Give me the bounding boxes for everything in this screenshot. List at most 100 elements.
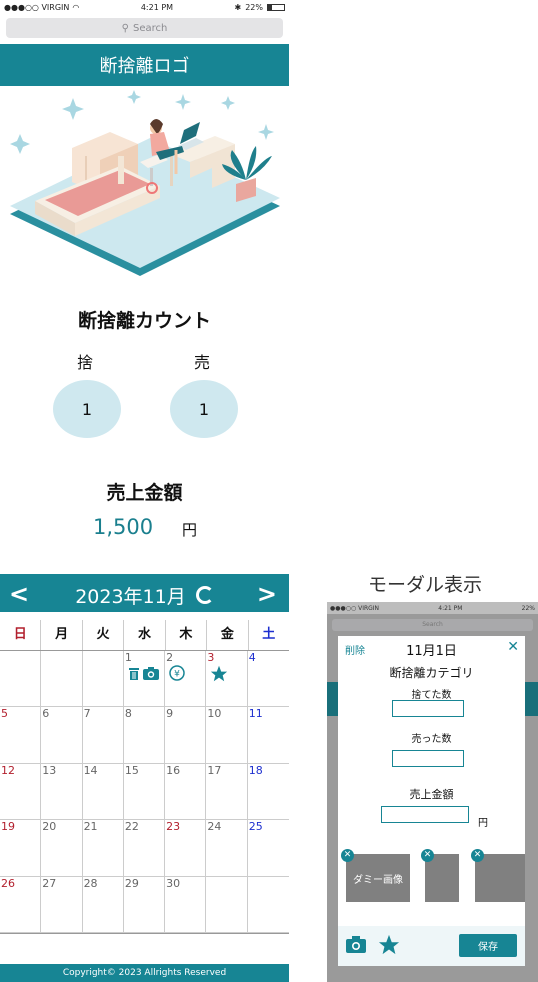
star-icon: [210, 665, 228, 686]
day-number: 1: [124, 651, 132, 664]
day-cell-26[interactable]: 26: [0, 876, 42, 933]
refresh-icon[interactable]: [195, 586, 214, 604]
modal-caption: モーダル表示: [367, 574, 482, 596]
day-cell-18[interactable]: 18: [247, 763, 289, 821]
day-cell-2[interactable]: 2 ¥: [165, 651, 207, 708]
day-number: 11: [248, 707, 263, 721]
dialog-footer: 保存: [338, 926, 525, 966]
weekday-2: 火: [83, 620, 125, 650]
day-number: 3: [207, 651, 215, 664]
remove-image-3-icon[interactable]: ✕: [471, 849, 484, 862]
day-number: 8: [124, 707, 132, 721]
day-cell-17[interactable]: 17: [206, 763, 248, 821]
day-number: 24: [207, 820, 222, 834]
day-cell-14[interactable]: 14: [82, 763, 124, 821]
day-cell-22[interactable]: 22: [123, 820, 166, 877]
search-bar[interactable]: ⚲ Search: [6, 18, 283, 38]
dummy-image-label: ダミー画像: [353, 874, 403, 886]
day-cell-27[interactable]: 27: [41, 876, 83, 933]
empty-cell: [247, 877, 289, 933]
day-cell-3[interactable]: 3: [206, 651, 248, 708]
day-icons: [210, 665, 228, 686]
day-cell-29[interactable]: 29: [123, 876, 166, 933]
empty-cell: [206, 876, 248, 933]
day-number: 4: [248, 651, 256, 664]
status-time: 4:21 PM: [140, 2, 174, 12]
remove-image-1-icon[interactable]: ✕: [341, 849, 354, 862]
sell-label: 売: [194, 353, 211, 372]
day-cell-7[interactable]: 7: [82, 707, 124, 764]
day-cell-20[interactable]: 20: [41, 820, 83, 877]
sold-label: 売った数: [411, 734, 452, 745]
save-label: 保存: [478, 942, 498, 953]
day-cell-9[interactable]: 9: [165, 707, 207, 764]
day-icons: [128, 665, 159, 684]
day-cell-28[interactable]: 28: [82, 876, 124, 933]
image-slot-3[interactable]: [475, 854, 525, 902]
day-number: 16: [166, 763, 181, 777]
calendar-header: < 2023年11月 >: [0, 574, 289, 612]
count-title: 断捨離カウント: [77, 310, 211, 332]
discarded-label: 捨てた数: [411, 690, 452, 701]
sold-field[interactable]: [392, 750, 464, 767]
day-number: 26: [1, 876, 15, 890]
sales-amount-field[interactable]: [381, 806, 469, 823]
save-button[interactable]: 保存: [459, 934, 517, 957]
footer: Copyright© 2023 Allrights Reserved: [0, 964, 289, 982]
discard-label: 捨: [77, 353, 94, 372]
weekday-0: 日: [0, 620, 42, 650]
day-cell-16[interactable]: 16: [165, 763, 207, 821]
day-icons: ¥: [169, 665, 185, 685]
day-cell-23[interactable]: 23: [165, 820, 207, 877]
day-number: 18: [248, 763, 263, 777]
app-logo-title: 断捨離ロゴ: [99, 56, 190, 77]
mini-battery: 22%: [521, 604, 535, 612]
modal-preview: ●●●○○ VIRGIN 4:21 PM 22% Search 削除 11月1日…: [327, 602, 538, 982]
room-illustration: [10, 90, 280, 276]
day-cell-30[interactable]: 30: [165, 876, 207, 933]
day-cell-1[interactable]: 1: [123, 651, 166, 708]
day-cell-11[interactable]: 11: [247, 707, 289, 764]
battery-icon: [267, 3, 285, 11]
day-cell-6[interactable]: 6: [41, 707, 83, 764]
camera-icon[interactable]: [346, 936, 366, 953]
close-icon[interactable]: ✕: [507, 639, 519, 655]
weekday-5: 金: [207, 620, 249, 650]
next-month-button[interactable]: >: [257, 580, 277, 608]
day-number: 13: [42, 763, 57, 777]
sell-count: 1: [170, 380, 238, 438]
carrier-label: ●●●○○ VIRGIN: [4, 2, 70, 12]
day-cell-5[interactable]: 5: [0, 707, 42, 764]
day-cell-13[interactable]: 13: [41, 763, 83, 821]
mini-carrier: ●●●○○ VIRGIN: [330, 604, 380, 612]
day-cell-8[interactable]: 8: [123, 707, 166, 764]
day-cell-15[interactable]: 15: [123, 763, 166, 821]
day-cell-4[interactable]: 4: [247, 651, 289, 708]
day-cell-21[interactable]: 21: [82, 820, 124, 877]
calendar-month-label: 2023年11月: [75, 586, 186, 608]
dummy-image[interactable]: ダミー画像: [346, 854, 410, 902]
day-number: 10: [207, 707, 222, 721]
empty-cell: [0, 651, 42, 708]
empty-cell: [41, 651, 83, 708]
weekday-4: 木: [166, 620, 208, 650]
day-number: 28: [83, 876, 98, 890]
search-icon: ⚲: [121, 22, 129, 34]
sales-value: 1,500: [93, 515, 154, 539]
day-cell-25[interactable]: 25: [247, 820, 289, 877]
mini-search-bar: Search: [332, 619, 533, 631]
day-number: 19: [1, 820, 15, 834]
day-cell-24[interactable]: 24: [206, 820, 248, 877]
day-number: 25: [248, 820, 263, 834]
star-icon[interactable]: [378, 934, 400, 955]
day-cell-12[interactable]: 12: [0, 763, 42, 821]
copyright-text: Copyright© 2023 Allrights Reserved: [62, 968, 227, 978]
day-cell-10[interactable]: 10: [206, 707, 248, 764]
day-cell-19[interactable]: 19: [0, 820, 42, 877]
yen-icon: ¥: [169, 665, 185, 685]
battery-percent: 22%: [245, 2, 263, 12]
sales-title: 売上金額: [106, 482, 183, 504]
remove-image-2-icon[interactable]: ✕: [421, 849, 434, 862]
discarded-field[interactable]: [392, 700, 464, 717]
weekday-row: 日月火水木金土: [0, 620, 289, 650]
